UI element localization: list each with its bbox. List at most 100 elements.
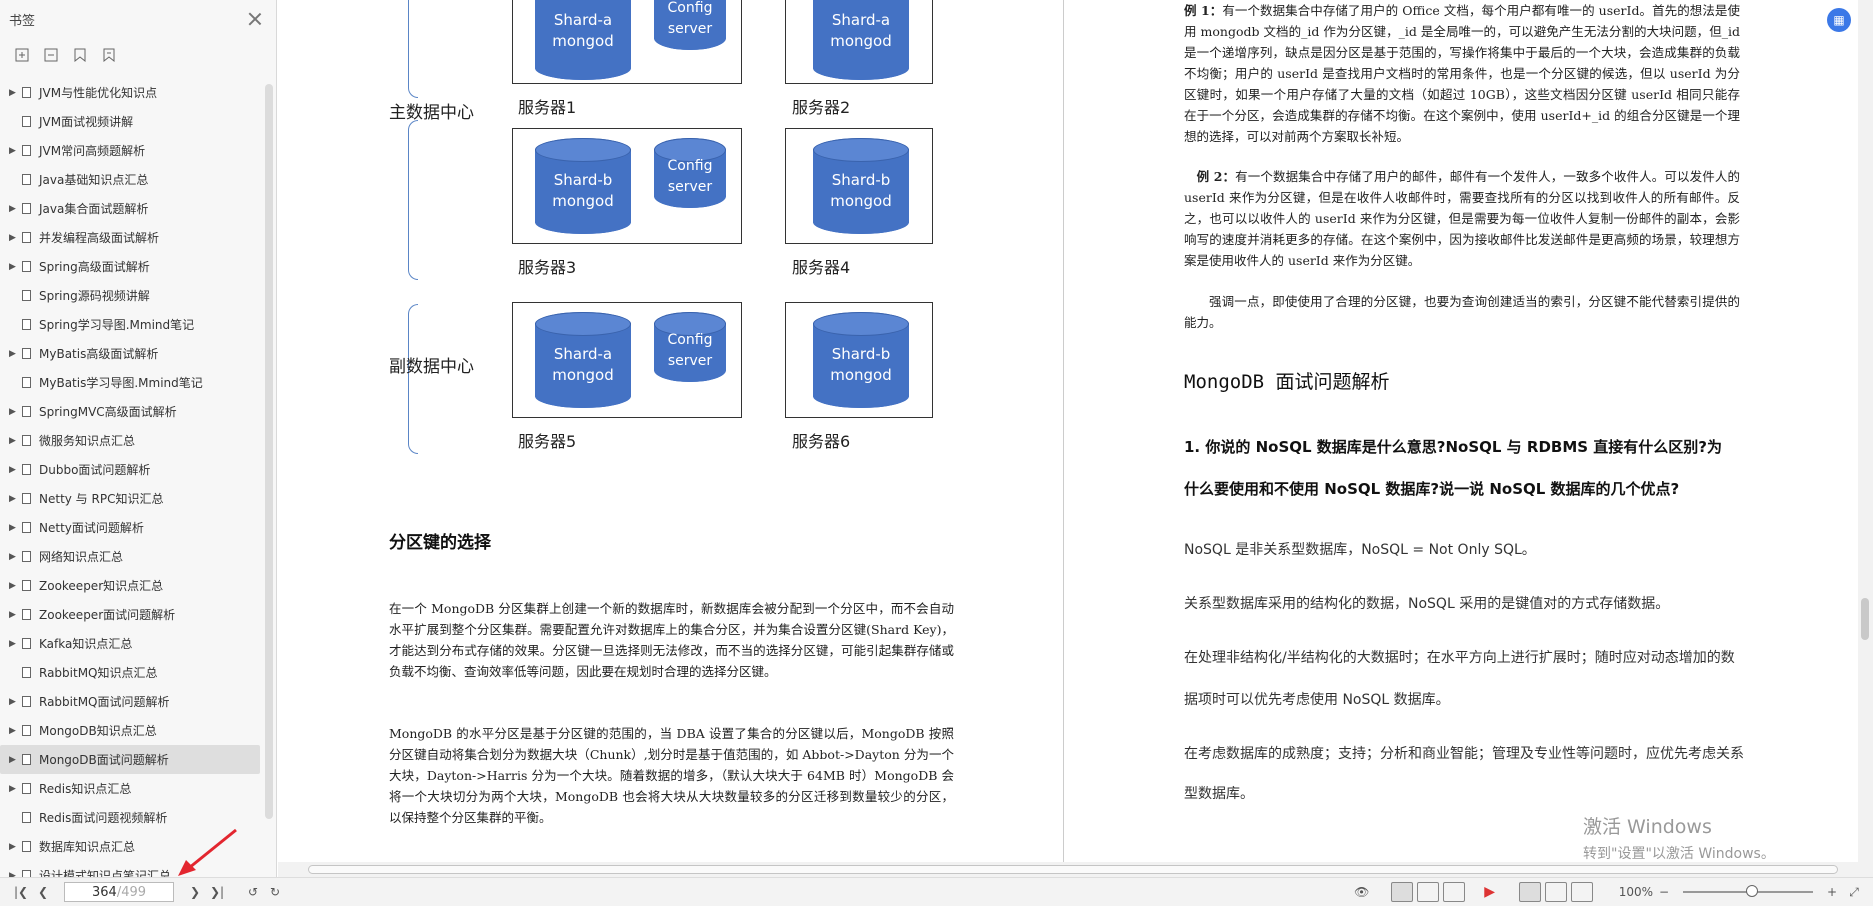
last-page-icon[interactable]: ❯| — [206, 881, 228, 903]
expand-all-icon[interactable] — [14, 48, 29, 63]
bookmark-item[interactable]: MyBatis学习导图.Mmind笔记 — [0, 368, 265, 397]
expand-arrow-icon[interactable]: ▶ — [9, 233, 19, 243]
expand-arrow-icon[interactable]: ▶ — [9, 552, 19, 562]
bookmark-item[interactable]: ▶ 微服务知识点汇总 — [0, 426, 265, 455]
prev-page-icon[interactable]: ❮ — [32, 881, 54, 903]
sidebar-toolbar — [0, 38, 276, 72]
remove-bookmark-icon[interactable] — [101, 48, 116, 63]
bookmark-item[interactable]: ▶ Redis知识点汇总 — [0, 774, 265, 803]
horizontal-scroll-thumb[interactable] — [308, 865, 1838, 874]
page-number-input[interactable]: 364/499 — [64, 882, 174, 902]
zoom-slider-knob[interactable] — [1746, 885, 1758, 897]
expand-arrow-icon[interactable]: ▶ — [9, 204, 19, 214]
vertical-scroll-thumb[interactable] — [1861, 598, 1869, 640]
float-translate-icon[interactable]: ▦ — [1827, 8, 1851, 32]
play-slideshow-icon[interactable]: ▶ — [1479, 881, 1501, 903]
bookmark-item[interactable]: ▶ Netty面试问题解析 — [0, 513, 265, 542]
bookmark-item[interactable]: ▶ Dubbo面试问题解析 — [0, 455, 265, 484]
expand-arrow-icon[interactable]: ▶ — [9, 407, 19, 417]
expand-arrow-icon[interactable]: ▶ — [9, 523, 19, 533]
bookmark-item[interactable]: ▶ 网络知识点汇总 — [0, 542, 265, 571]
bookmark-item[interactable]: ▶ JVM与性能优化知识点 — [0, 78, 265, 107]
bookmark-list: ▶ JVM与性能优化知识点 JVM面试视频讲解 ▶ JVM常问高频题解析 Java基础知识… — [0, 78, 265, 877]
bookmark-item[interactable]: ▶ Zookeeper面试问题解析 — [0, 600, 265, 629]
bookmark-item[interactable]: ▶ SpringMVC高级面试解析 — [0, 397, 265, 426]
bookmark-item[interactable]: Spring学习导图.Mmind笔记 — [0, 310, 265, 339]
bookmark-item[interactable]: ▶ MongoDB知识点汇总 — [0, 716, 265, 745]
fit-width-icon[interactable] — [1544, 882, 1567, 902]
expand-arrow-icon[interactable]: ▶ — [9, 697, 19, 707]
bookmark-page-icon — [22, 319, 31, 330]
brace-main-bottom — [408, 120, 418, 280]
expand-arrow-icon[interactable]: ▶ — [9, 639, 19, 649]
bookmark-item[interactable]: Spring源码视频讲解 — [0, 281, 265, 310]
close-sidebar-icon[interactable] — [246, 10, 264, 28]
bookmark-item[interactable]: ▶ MongoDB面试问题解析 — [0, 745, 260, 774]
forward-icon[interactable]: ↻ — [264, 881, 286, 903]
expand-arrow-icon[interactable]: ▶ — [9, 349, 19, 359]
sidebar-scrollbar[interactable] — [265, 84, 273, 819]
brace-backup — [408, 304, 418, 454]
bookmark-item[interactable]: ▶ JVM常问高频题解析 — [0, 136, 265, 165]
config-server-3: Config server — [654, 138, 726, 208]
bookmark-page-icon — [22, 783, 31, 794]
expand-arrow-icon[interactable]: ▶ — [9, 784, 19, 794]
bookmark-item[interactable]: ▶ Kafka知识点汇总 — [0, 629, 265, 658]
zoom-slider[interactable] — [1683, 885, 1813, 897]
server-3-label: 服务器3 — [518, 258, 577, 277]
bookmark-item[interactable]: RabbitMQ知识点汇总 — [0, 658, 265, 687]
bookmark-item[interactable]: ▶ MyBatis高级面试解析 — [0, 339, 265, 368]
bookmark-label: Redis面试问题视频解析 — [39, 811, 168, 825]
collapse-all-icon[interactable] — [43, 48, 58, 63]
expand-arrow-icon[interactable]: ▶ — [9, 146, 19, 156]
vertical-scrollbar[interactable] — [1858, 0, 1873, 877]
bookmark-label: Zookeeper面试问题解析 — [39, 608, 176, 622]
expand-arrow-icon[interactable]: ▶ — [9, 610, 19, 620]
expand-arrow-icon[interactable]: ▶ — [9, 88, 19, 98]
bookmark-page-icon — [22, 638, 31, 649]
bookmark-item[interactable]: ▶ Netty 与 RPC知识汇总 — [0, 484, 265, 513]
bookmark-page-icon — [22, 290, 31, 301]
bookmark-label: Zookeeper知识点汇总 — [39, 579, 164, 593]
next-page-icon[interactable]: ❯ — [184, 881, 206, 903]
bookmark-item[interactable]: ▶ 并发编程高级面试解析 — [0, 223, 265, 252]
horizontal-scrollbar[interactable] — [278, 862, 1858, 877]
bookmark-label: MongoDB面试问题解析 — [39, 753, 169, 767]
main-datacenter-label: 主数据中心 — [389, 103, 474, 123]
bookmark-item[interactable]: ▶ RabbitMQ面试问题解析 — [0, 687, 265, 716]
first-page-icon[interactable]: |❮ — [10, 881, 32, 903]
expand-arrow-icon[interactable]: ▶ — [9, 465, 19, 475]
bookmark-item[interactable]: ▶ Spring高级面试解析 — [0, 252, 265, 281]
shard-a-mongod-1: Shard-a mongod — [535, 0, 631, 80]
fit-page-icon[interactable] — [1518, 882, 1541, 902]
answer-3-line2: 据项时可以优先考虑使用 NoSQL 数据库。 — [1184, 692, 1450, 708]
bookmark-label: Java基础知识点汇总 — [39, 173, 149, 187]
document-viewer: 主数据中心 副数据中心 Shard-a mongod Config server 服… — [278, 0, 1858, 862]
expand-arrow-icon[interactable]: ▶ — [9, 755, 19, 765]
expand-arrow-icon[interactable]: ▶ — [9, 494, 19, 504]
bookmark-page-icon — [22, 232, 31, 243]
single-page-icon[interactable] — [1416, 882, 1439, 902]
example-1-paragraph: 例 1：有一个数据集合中存储了用户的 Office 文档，每个用户都有唯一的 u… — [1184, 3, 1740, 144]
actual-size-icon[interactable] — [1570, 882, 1593, 902]
bookmark-item[interactable]: ▶ Zookeeper知识点汇总 — [0, 571, 265, 600]
expand-arrow-icon[interactable]: ▶ — [9, 436, 19, 446]
two-page-icon[interactable] — [1442, 882, 1465, 902]
expand-arrow-icon[interactable]: ▶ — [9, 842, 19, 852]
continuous-view-icon[interactable] — [1390, 882, 1413, 902]
bookmark-item[interactable]: ▶ Java集合面试题解析 — [0, 194, 265, 223]
zoom-out-icon[interactable]: − — [1653, 881, 1675, 903]
expand-arrow-icon[interactable]: ▶ — [9, 581, 19, 591]
eye-icon[interactable]: 👁 — [1351, 881, 1373, 903]
answer-1: NoSQL 是非关系型数据库，NoSQL = Not Only SQL。 — [1184, 542, 1536, 558]
bookmark-item[interactable]: Java基础知识点汇总 — [0, 165, 265, 194]
bookmark-page-icon — [22, 870, 31, 877]
bookmark-item[interactable]: JVM面试视频讲解 — [0, 107, 265, 136]
fullscreen-icon[interactable]: ⤢ — [1843, 881, 1865, 903]
back-icon[interactable]: ↺ — [242, 881, 264, 903]
add-bookmark-icon[interactable] — [72, 48, 87, 63]
expand-arrow-icon[interactable]: ▶ — [9, 726, 19, 736]
zoom-in-icon[interactable]: + — [1821, 881, 1843, 903]
expand-arrow-icon[interactable]: ▶ — [9, 262, 19, 272]
bookmark-label: RabbitMQ知识点汇总 — [39, 666, 158, 680]
